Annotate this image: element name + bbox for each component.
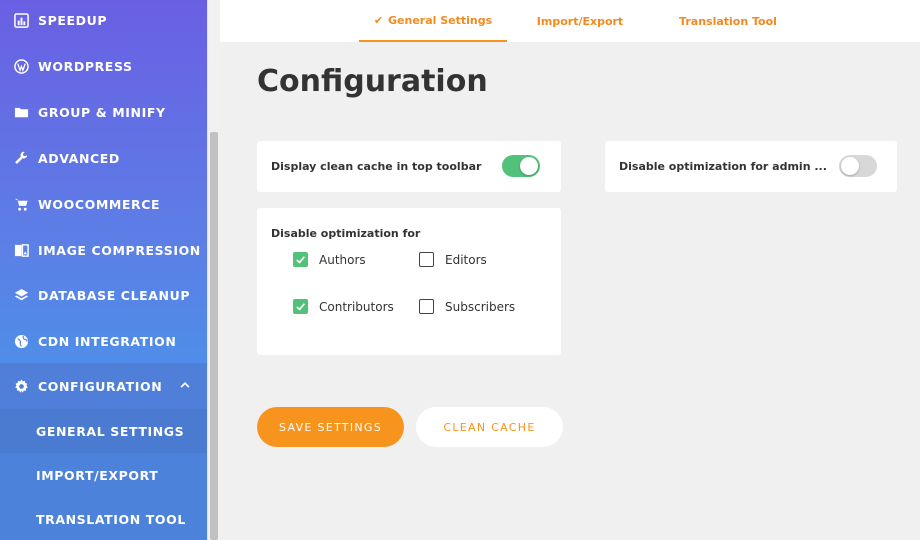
- clean-cache-button[interactable]: CLEAN CACHE: [416, 407, 563, 447]
- setting-card-disable-admin: Disable optimization for admin ...: [605, 141, 897, 192]
- sidebar-subitem-general-settings[interactable]: GENERAL SETTINGS: [0, 409, 207, 453]
- checkbox[interactable]: [293, 299, 308, 314]
- gear-icon: [13, 378, 29, 394]
- tab-label: Translation Tool: [679, 14, 777, 28]
- sidebar-scrollbar[interactable]: [207, 0, 220, 540]
- setting-label: Disable optimization for admin ...: [619, 160, 827, 173]
- checkbox[interactable]: [293, 252, 308, 267]
- sidebar-subitem-translation-tool[interactable]: TRANSLATION TOOL: [0, 497, 207, 540]
- disable-admin-toggle[interactable]: [839, 155, 877, 177]
- sidebar-item-cdn-integration[interactable]: CDN INTEGRATION: [0, 318, 207, 364]
- folder-icon: [13, 104, 29, 120]
- tab-label: Import/Export: [536, 14, 624, 28]
- sidebar-item-label: WOOCOMMERCE: [38, 196, 161, 212]
- sidebar-item-wordpress[interactable]: WORDPRESS: [0, 43, 207, 89]
- wrench-icon: [13, 150, 29, 166]
- check-icon: [296, 256, 305, 264]
- checkbox[interactable]: [419, 299, 434, 314]
- tab-import-export[interactable]: Import/Export: [525, 0, 635, 42]
- sidebar-item-label: CONFIGURATION: [38, 378, 163, 394]
- checkbox-label: Editors: [445, 252, 487, 267]
- check-icon: [296, 303, 305, 311]
- sidebar-subitem-label: GENERAL SETTINGS: [36, 423, 185, 439]
- sidebar-item-woocommerce[interactable]: WOOCOMMERCE: [0, 181, 207, 227]
- sidebar-item-configuration[interactable]: CONFIGURATION: [0, 363, 207, 409]
- sidebar-item-label: GROUP & MINIFY: [38, 104, 166, 120]
- sidebar-item-speedup[interactable]: SPEEDUP: [0, 0, 207, 43]
- sidebar-subitem-label: TRANSLATION TOOL: [36, 511, 186, 527]
- setting-label: Display clean cache in top toolbar: [271, 160, 482, 173]
- check-icon: ✔: [373, 13, 384, 27]
- sidebar-item-database-cleanup[interactable]: DATABASE CLEANUP: [0, 272, 207, 318]
- layers-icon: [13, 287, 29, 303]
- sidebar-item-advanced[interactable]: ADVANCED: [0, 135, 207, 181]
- sidebar-item-label: DATABASE CLEANUP: [38, 287, 191, 303]
- checkbox-label: Subscribers: [445, 299, 516, 314]
- checkbox-label: Authors: [319, 252, 366, 267]
- top-tab-bar: ✔ General Settings Import/Export Transla…: [220, 0, 920, 42]
- role-checkbox-contributors[interactable]: Contributors: [293, 299, 394, 314]
- wordpress-icon: [13, 58, 29, 74]
- sidebar-item-label: CDN INTEGRATION: [38, 333, 177, 349]
- save-settings-button[interactable]: SAVE SETTINGS: [257, 407, 404, 447]
- page-title: Configuration: [257, 64, 488, 99]
- sidebar-item-label: SPEEDUP: [38, 12, 108, 28]
- sidebar-subitem-import-export[interactable]: IMPORT/EXPORT: [0, 453, 207, 497]
- role-checkbox-editors[interactable]: Editors: [419, 252, 487, 267]
- sidebar-item-image-compression[interactable]: IMAGE COMPRESSION: [0, 227, 207, 273]
- setting-label: Disable optimization for: [271, 227, 421, 240]
- sidebar: SPEEDUP WORDPRESS GROUP & MINIFY ADVANCE…: [0, 0, 207, 540]
- tab-label: General Settings: [388, 13, 493, 27]
- sidebar-item-label: ADVANCED: [38, 150, 120, 166]
- image-icon: [13, 242, 29, 258]
- clean-cache-toolbar-toggle[interactable]: [502, 155, 540, 177]
- checkbox[interactable]: [419, 252, 434, 267]
- scrollbar-thumb[interactable]: [210, 132, 218, 540]
- checkbox-label: Contributors: [319, 299, 394, 314]
- sidebar-subitem-label: IMPORT/EXPORT: [36, 467, 159, 483]
- sidebar-item-label: IMAGE COMPRESSION: [38, 242, 201, 258]
- chart-icon: [13, 12, 29, 28]
- role-checkbox-authors[interactable]: Authors: [293, 252, 366, 267]
- sidebar-item-group-minify[interactable]: GROUP & MINIFY: [0, 89, 207, 135]
- role-checkbox-subscribers[interactable]: Subscribers: [419, 299, 515, 314]
- tab-general-settings[interactable]: ✔ General Settings: [359, 0, 507, 42]
- cart-icon: [13, 196, 29, 212]
- setting-card-disable-for-roles: Disable optimization for Authors Editors…: [257, 208, 561, 355]
- globe-icon: [13, 333, 29, 349]
- chevron-up-icon[interactable]: [179, 378, 193, 392]
- setting-card-clean-cache-toolbar: Display clean cache in top toolbar: [257, 141, 561, 192]
- sidebar-item-label: WORDPRESS: [38, 58, 133, 74]
- tab-translation-tool[interactable]: Translation Tool: [668, 0, 788, 42]
